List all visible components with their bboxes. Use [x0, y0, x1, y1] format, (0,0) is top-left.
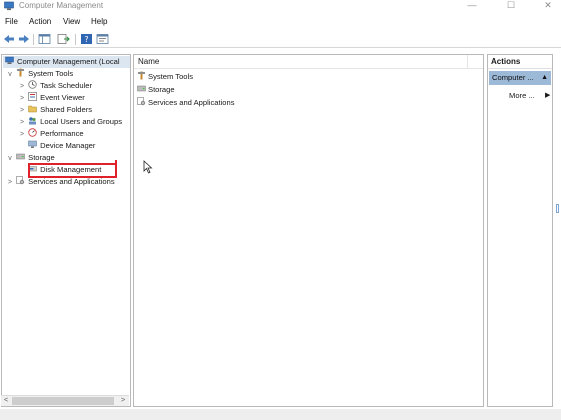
- back-arrow-icon[interactable]: [3, 33, 16, 45]
- scroll-right-arrow[interactable]: >: [118, 396, 128, 406]
- highlight-annotation-mark: [115, 160, 117, 165]
- window-title: Computer Management: [19, 1, 104, 10]
- clock-icon: [28, 80, 37, 89]
- close-button[interactable]: ✕: [535, 0, 561, 12]
- scrollbar-thumb[interactable]: [12, 397, 114, 405]
- submenu-arrow-icon: ▶: [545, 92, 551, 99]
- expand-chevron-icon[interactable]: v: [6, 153, 14, 165]
- window-resize-handle[interactable]: [556, 204, 559, 213]
- services-icon: [137, 97, 146, 106]
- highlight-annotation-box: [28, 163, 117, 178]
- actions-more-label: More ...: [509, 91, 535, 100]
- tree-item-performance[interactable]: > Performance: [18, 128, 84, 140]
- tree-item-shared-folders[interactable]: > Shared Folders: [18, 104, 92, 116]
- tree-item-label: Services and Applications: [28, 177, 115, 186]
- event-viewer-icon: [28, 92, 37, 101]
- menu-help[interactable]: Help: [91, 17, 107, 26]
- list-item-label: Services and Applications: [148, 98, 235, 107]
- properties-icon[interactable]: [96, 33, 109, 45]
- maximize-button[interactable]: ☐: [498, 0, 524, 12]
- expand-chevron-icon[interactable]: v: [6, 69, 14, 81]
- menu-bar: File Action View Help: [0, 15, 561, 29]
- list-item-label: Storage: [148, 85, 175, 94]
- tree-item-event-viewer[interactable]: > Event Viewer: [18, 92, 85, 104]
- users-icon: [29, 117, 37, 125]
- menu-view[interactable]: View: [63, 17, 80, 26]
- help-icon[interactable]: ?: [80, 33, 93, 45]
- list-item-services-and-applications[interactable]: Services and Applications: [137, 97, 235, 109]
- system-tools-icon: [138, 71, 145, 80]
- menu-file[interactable]: File: [5, 17, 18, 26]
- tree-root-computer-management[interactable]: Computer Management (Local: [3, 56, 130, 68]
- storage-icon: [137, 85, 146, 92]
- tree-item-device-manager[interactable]: Device Manager: [18, 140, 95, 152]
- horizontal-scrollbar[interactable]: < >: [1, 395, 129, 406]
- tree-item-label: Event Viewer: [40, 93, 85, 102]
- performance-gauge-icon: [28, 128, 37, 137]
- system-tools-icon: [17, 68, 25, 77]
- toolbar: ?: [0, 31, 561, 48]
- title-bar: Computer Management — ☐ ✕: [0, 0, 561, 14]
- export-list-icon[interactable]: [57, 33, 70, 45]
- menu-action[interactable]: Action: [29, 17, 51, 26]
- computer-management-icon: [5, 56, 14, 64]
- tree-item-label: Performance: [40, 129, 84, 138]
- mouse-cursor-icon: [143, 160, 153, 174]
- shared-folder-icon: [28, 105, 37, 113]
- device-manager-icon: [28, 140, 37, 148]
- tree-root-label: Computer Management (Local: [17, 57, 120, 66]
- actions-pane: Actions Computer ... ▲ More ... ▶: [487, 54, 553, 407]
- svg-text:?: ?: [84, 35, 88, 44]
- list-item-system-tools[interactable]: System Tools: [137, 71, 193, 83]
- toolbar-separator: [33, 34, 34, 45]
- tree-item-label: Storage: [28, 153, 55, 162]
- show-hide-console-tree-icon[interactable]: [38, 33, 51, 45]
- actions-more-item[interactable]: More ... ▶: [509, 91, 550, 100]
- actions-section-computer-management[interactable]: Computer ... ▲: [489, 71, 551, 85]
- tree-item-label: Shared Folders: [40, 105, 93, 114]
- tree-item-local-users-and-groups[interactable]: > Local Users and Groups: [18, 116, 122, 128]
- status-bar: [0, 409, 561, 420]
- minimize-button[interactable]: —: [459, 0, 485, 12]
- toolbar-separator: [75, 34, 76, 45]
- tree-item-label: Local Users and Groups: [40, 117, 123, 126]
- tree-item-label: Task Scheduler: [40, 81, 93, 90]
- computer-management-icon: [4, 1, 14, 11]
- tree-item-label: System Tools: [28, 69, 74, 78]
- forward-arrow-icon[interactable]: [17, 33, 30, 45]
- storage-icon: [16, 153, 25, 160]
- tree-item-label: Device Manager: [40, 141, 96, 150]
- tree-item-system-tools[interactable]: v System Tools: [6, 68, 73, 80]
- list-item-label: System Tools: [148, 72, 194, 81]
- expand-chevron-icon[interactable]: >: [6, 177, 14, 189]
- console-tree-pane: Computer Management (Local v System Tool…: [1, 54, 131, 407]
- column-divider[interactable]: [467, 55, 468, 69]
- collapse-triangle-icon[interactable]: ▲: [541, 71, 548, 85]
- column-header: Name: [134, 55, 483, 69]
- services-icon: [16, 176, 25, 185]
- actions-section-label: Computer ...: [492, 73, 534, 82]
- column-header-name[interactable]: Name: [138, 57, 159, 66]
- list-item-storage[interactable]: Storage: [137, 84, 175, 96]
- results-pane: Name System Tools Storage Services and A…: [133, 54, 484, 407]
- actions-header: Actions: [488, 55, 552, 69]
- scroll-left-arrow[interactable]: <: [1, 396, 11, 406]
- tree-item-task-scheduler[interactable]: > Task Scheduler: [18, 80, 92, 92]
